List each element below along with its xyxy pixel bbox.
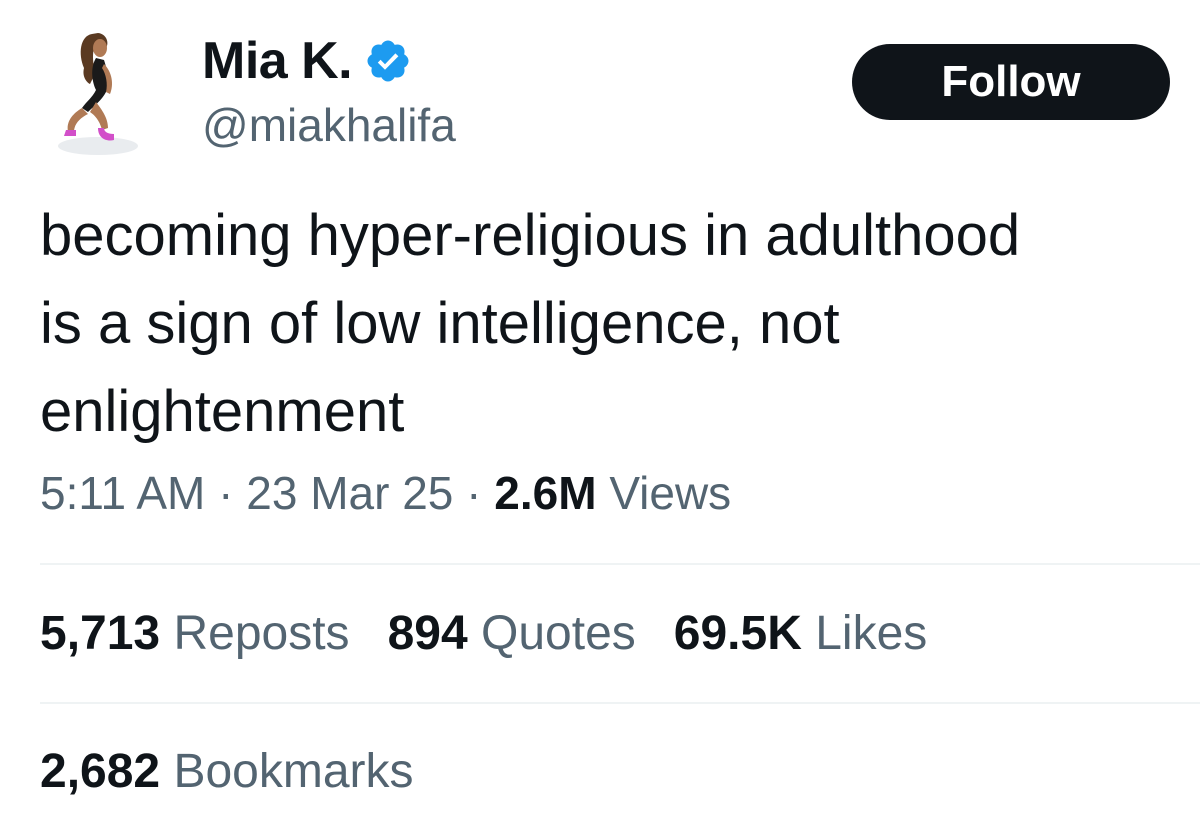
meta-separator: · <box>466 467 482 519</box>
tweet-text-line: becoming hyper-religious in adulthood <box>40 203 1021 268</box>
tweet-text: becoming hyper-religious in adulthood is… <box>40 192 1190 456</box>
reposts-stat[interactable]: 5,713 Reposts <box>40 606 350 661</box>
reposts-count: 5,713 <box>40 607 161 660</box>
author-display-name[interactable]: Mia K. <box>202 31 353 91</box>
tweet-text-line: is a sign of low intelligence, not <box>40 291 840 356</box>
divider <box>40 563 1200 565</box>
bookmarks-count: 2,682 <box>40 745 161 798</box>
follow-button[interactable]: Follow <box>852 44 1170 120</box>
quotes-stat[interactable]: 894 Quotes <box>388 606 636 661</box>
meta-separator: · <box>218 467 234 519</box>
engagement-stats: 5,713 Reposts 894 Quotes 69.5K Likes <box>40 606 927 661</box>
verified-badge-icon[interactable] <box>364 37 412 85</box>
likes-label: Likes <box>815 607 928 660</box>
reposts-label: Reposts <box>173 607 350 660</box>
quotes-count: 894 <box>387 607 468 660</box>
tweet-time[interactable]: 5:11 AM <box>40 467 205 519</box>
likes-count: 69.5K <box>673 607 802 660</box>
views-label: Views <box>609 467 732 519</box>
quotes-label: Quotes <box>481 607 636 660</box>
tweet-meta: 5:11 AM · 23 Mar 25 · 2.6M Views <box>40 466 731 520</box>
author-handle[interactable]: @miakhalifa <box>202 98 456 152</box>
likes-stat[interactable]: 69.5K Likes <box>674 606 928 661</box>
tweet-date[interactable]: 23 Mar 25 <box>246 467 453 519</box>
views-count: 2.6M <box>494 467 597 519</box>
author-name-row: Mia K. <box>202 30 412 92</box>
bookmarks-stat[interactable]: 2,682 Bookmarks <box>40 744 414 799</box>
tweet-text-line: enlightenment <box>40 379 405 444</box>
bookmarks-label: Bookmarks <box>173 745 414 798</box>
avatar-figure-icon <box>58 33 138 155</box>
avatar[interactable] <box>52 28 144 160</box>
divider <box>40 702 1200 704</box>
